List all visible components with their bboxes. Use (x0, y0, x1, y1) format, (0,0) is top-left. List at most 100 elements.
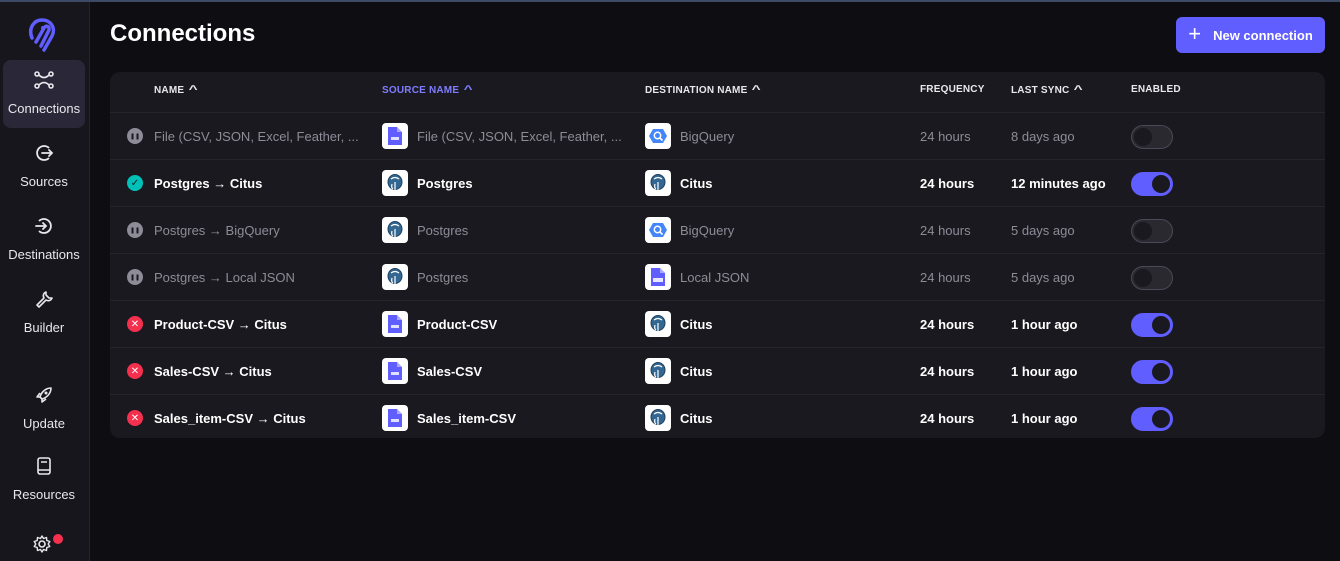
bigquery-icon (645, 123, 671, 149)
bigquery-icon (645, 217, 671, 243)
frequency: 24 hours (920, 175, 975, 191)
column-header-name[interactable]: NAME ^ (154, 84, 199, 96)
status-paused-icon: ❚❚ (127, 269, 143, 285)
column-header-source[interactable]: SOURCE NAME ^ (382, 84, 474, 96)
last-sync: 12 minutes ago (1011, 175, 1106, 191)
last-sync: 5 days ago (1011, 222, 1075, 238)
enabled-toggle[interactable] (1131, 407, 1173, 431)
last-sync: 5 days ago (1011, 269, 1075, 285)
file-icon (382, 311, 408, 337)
destinations-icon (33, 215, 55, 237)
new-connection-button[interactable]: + New connection (1176, 17, 1325, 53)
enabled-toggle[interactable] (1131, 360, 1173, 384)
file-icon (382, 405, 408, 431)
sidebar-item-label: Builder (23, 320, 65, 335)
gear-icon[interactable] (32, 534, 52, 554)
connection-name[interactable]: Sales_item-CSV → Citus (154, 395, 306, 438)
frequency: 24 hours (920, 410, 975, 426)
column-header-label: FREQUENCY (920, 84, 985, 95)
postgres-icon (645, 358, 671, 384)
toggle-knob (1134, 269, 1152, 287)
status-paused-icon: ❚❚ (127, 222, 143, 238)
source-name[interactable]: Product-CSV (417, 301, 497, 347)
toggle-knob (1134, 222, 1152, 240)
sidebar-item-destinations[interactable]: Destinations (3, 206, 85, 274)
table-row[interactable]: ❚❚ Postgres → BigQuery Postgres BigQuery 24 … (110, 206, 1325, 253)
column-header-enabled: ENABLED (1131, 84, 1181, 95)
connection-name[interactable]: Product-CSV → Citus (154, 301, 287, 347)
column-header-label: NAME (154, 84, 185, 96)
column-header-frequency[interactable]: FREQUENCY (920, 84, 985, 95)
destination-name[interactable]: Citus (680, 301, 713, 347)
destination-name[interactable]: Citus (680, 160, 713, 206)
json-icon (645, 264, 671, 290)
status-error-icon: ✕ (127, 363, 143, 379)
last-sync: 8 days ago (1011, 128, 1075, 144)
column-header-label: DESTINATION NAME (645, 84, 748, 96)
source-name[interactable]: Postgres (417, 160, 473, 206)
source-name[interactable]: Sales-CSV (417, 348, 482, 394)
table-row[interactable]: ✕ Sales_item-CSV → Citus Sales_item-CSV Cit… (110, 394, 1325, 438)
destination-name[interactable]: Citus (680, 395, 713, 438)
frequency: 24 hours (920, 363, 975, 379)
connection-name[interactable]: Sales-CSV → Citus (154, 348, 272, 394)
frequency: 24 hours (920, 128, 971, 144)
sort-chevron-up-icon: ^ (188, 84, 199, 96)
last-sync: 1 hour ago (1011, 316, 1078, 332)
connections-icon (33, 69, 55, 91)
table-row[interactable]: ❚❚ File (CSV, JSON, Excel, Feather, ... Fi… (110, 112, 1325, 159)
connection-name[interactable]: Postgres → Local JSON (154, 254, 295, 300)
column-header-label: LAST SYNC (1011, 84, 1070, 96)
enabled-toggle[interactable] (1131, 266, 1173, 290)
source-name[interactable]: File (CSV, JSON, Excel, Feather, ... (417, 113, 622, 159)
postgres-icon (645, 311, 671, 337)
file-icon (382, 358, 408, 384)
sidebar-item-resources[interactable]: Resources (3, 446, 85, 514)
destination-name[interactable]: BigQuery (680, 207, 734, 253)
frequency: 24 hours (920, 316, 975, 332)
last-sync: 1 hour ago (1011, 410, 1078, 426)
source-name[interactable]: Sales_item-CSV (417, 395, 516, 438)
destination-name[interactable]: Local JSON (680, 254, 749, 300)
table-row[interactable]: ✓ Postgres → Citus Postgres Citus 24 hours 12… (110, 159, 1325, 206)
last-sync: 1 hour ago (1011, 363, 1078, 379)
table-row[interactable]: ❚❚ Postgres → Local JSON Postgres Local JSO… (110, 253, 1325, 300)
sidebar-item-builder[interactable]: Builder (3, 279, 85, 347)
connection-name[interactable]: Postgres → BigQuery (154, 207, 280, 253)
source-name[interactable]: Postgres (417, 207, 468, 253)
column-header-label: ENABLED (1131, 84, 1181, 95)
book-icon (33, 455, 55, 477)
sort-chevron-up-icon: ^ (752, 84, 762, 96)
airbyte-logo[interactable] (24, 16, 64, 54)
sidebar-item-label: Update (23, 416, 65, 431)
sidebar-item-label: Connections (7, 101, 81, 116)
postgres-icon (382, 217, 408, 243)
destination-name[interactable]: BigQuery (680, 113, 734, 159)
column-header-last-sync[interactable]: LAST SYNC ^ (1011, 84, 1083, 96)
sort-chevron-up-icon: ^ (463, 84, 474, 96)
enabled-toggle[interactable] (1131, 219, 1173, 243)
sidebar-item-label: Sources (20, 174, 68, 189)
sidebar-item-connections[interactable]: Connections (3, 60, 85, 128)
column-header-destination[interactable]: DESTINATION NAME ^ (645, 84, 762, 96)
postgres-icon (382, 264, 408, 290)
enabled-toggle[interactable] (1131, 313, 1173, 337)
frequency: 24 hours (920, 222, 971, 238)
table-row[interactable]: ✕ Product-CSV → Citus Product-CSV Citus 24 h… (110, 300, 1325, 347)
connection-name[interactable]: Postgres → Citus (154, 160, 262, 206)
sidebar-item-sources[interactable]: Sources (3, 133, 85, 201)
table-row[interactable]: ✕ Sales-CSV → Citus Sales-CSV Citus 24 hours… (110, 347, 1325, 394)
notification-dot (53, 534, 63, 544)
destination-name[interactable]: Citus (680, 348, 713, 394)
toggle-knob (1152, 410, 1170, 428)
sidebar-item-update[interactable]: Update (3, 375, 85, 443)
connection-name[interactable]: File (CSV, JSON, Excel, Feather, ... (154, 113, 359, 159)
rocket-icon (33, 384, 55, 406)
enabled-toggle[interactable] (1131, 125, 1173, 149)
status-error-icon: ✕ (127, 316, 143, 332)
plus-icon: + (1188, 21, 1202, 46)
source-name[interactable]: Postgres (417, 254, 468, 300)
toggle-knob (1152, 363, 1170, 381)
enabled-toggle[interactable] (1131, 172, 1173, 196)
status-success-icon: ✓ (127, 175, 143, 191)
